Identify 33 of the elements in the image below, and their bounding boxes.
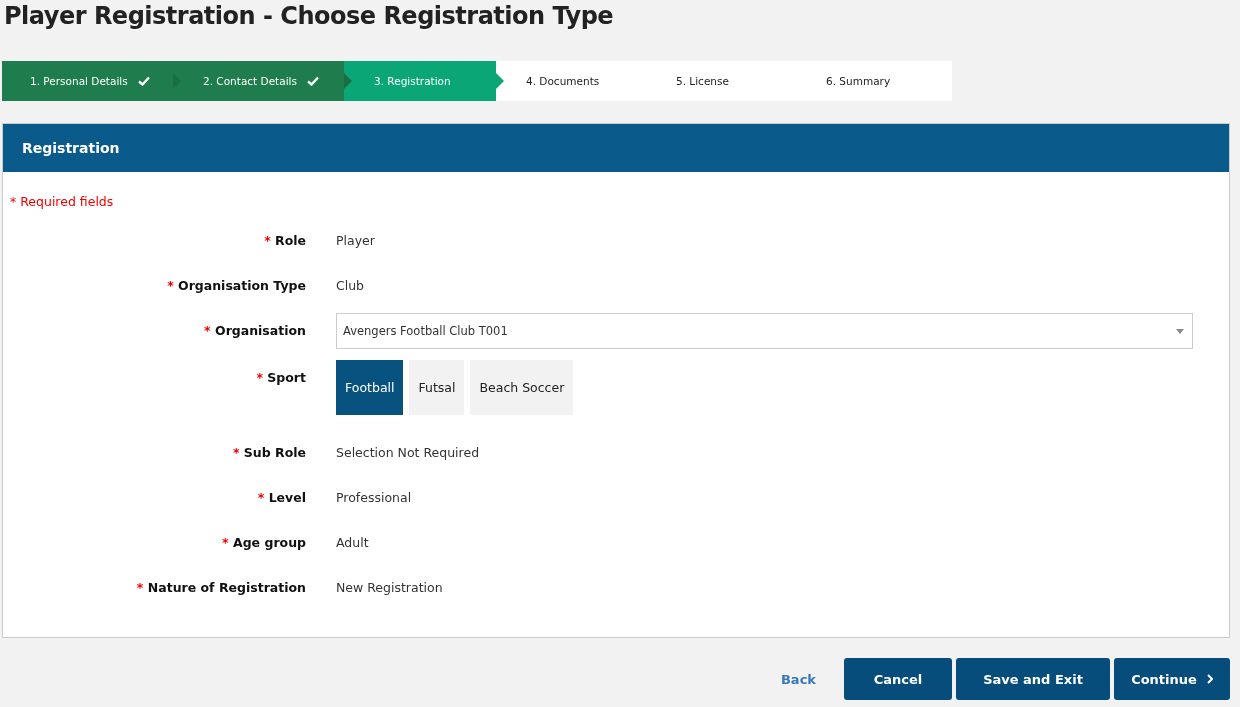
field-value: Club — [336, 277, 365, 293]
panel-title: Registration — [22, 140, 120, 156]
field-value: Adult — [336, 534, 369, 550]
field-label: * Organisation — [203, 322, 306, 338]
field-label: * Sport — [255, 369, 306, 385]
page-title: Player Registration - Choose Registration Type — [3, 1, 615, 32]
chevron-right-icon — [1206, 674, 1213, 684]
step-arrow-icon — [344, 73, 352, 89]
field-label: * Sub Role — [231, 444, 306, 460]
field-label: * Organisation Type — [166, 277, 306, 293]
field-label: * Level — [256, 489, 306, 505]
check-icon — [137, 76, 150, 86]
field-value: Player — [336, 232, 375, 248]
field-value: New Registration — [336, 579, 443, 595]
caret-icon — [1176, 328, 1184, 334]
field-label: * Nature of Registration — [135, 579, 306, 595]
field-label: * Age group — [221, 534, 306, 550]
check-icon — [306, 76, 319, 86]
sport-option[interactable]: Beach Soccer — [470, 360, 574, 415]
wizard-step[interactable]: 1. Personal Details — [2, 61, 173, 101]
sport-option[interactable]: Football — [336, 360, 404, 415]
continue-button[interactable]: Continue — [1114, 658, 1230, 700]
organisation-dropdown[interactable]: Avengers Football Club T001 — [336, 313, 1193, 349]
field-label: * Role — [263, 232, 306, 248]
field-value: Selection Not Required — [336, 444, 480, 460]
required-fields-note: * Required fields — [10, 194, 115, 209]
back-link[interactable]: Back — [780, 671, 816, 687]
action-button[interactable]: Cancel — [844, 658, 952, 700]
sport-option[interactable]: Futsal — [409, 360, 465, 415]
action-button[interactable]: Save and Exit — [956, 658, 1110, 700]
wizard-step[interactable]: 2. Contact Details — [173, 61, 344, 101]
step-arrow-icon — [496, 73, 504, 89]
field-value: Professional — [336, 489, 412, 505]
